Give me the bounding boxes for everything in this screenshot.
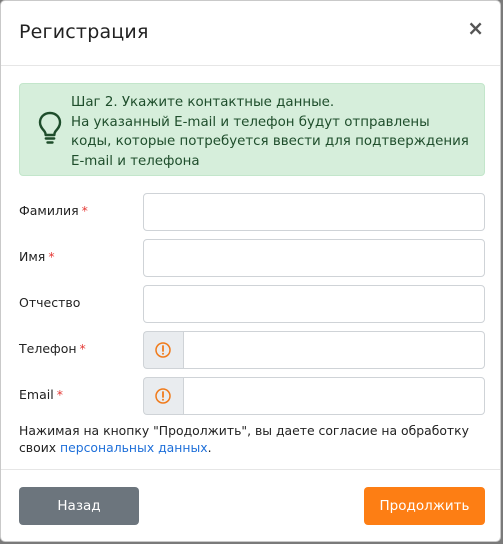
consent-text: Нажимая на кнопку "Продолжить", вы даете… bbox=[19, 422, 489, 456]
warning-icon bbox=[155, 342, 171, 358]
modal-header: Регистрация × bbox=[1, 1, 500, 66]
phone-addon bbox=[143, 331, 183, 369]
alert-step-title: Шаг 2. Укажите контактные данные. bbox=[71, 95, 335, 110]
lastname-label: Фамилия * bbox=[19, 203, 88, 218]
phone-input[interactable] bbox=[183, 331, 485, 369]
lightbulb-icon bbox=[38, 111, 62, 144]
alert-text: Шаг 2. Укажите контактные данные. На ука… bbox=[71, 93, 474, 171]
continue-button[interactable]: Продолжить bbox=[364, 487, 485, 525]
email-input[interactable] bbox=[183, 377, 485, 415]
info-alert: Шаг 2. Укажите контактные данные. На ука… bbox=[19, 83, 485, 176]
required-mark: * bbox=[81, 203, 88, 218]
alert-description: На указанный E-mail и телефон будут отпр… bbox=[71, 114, 469, 169]
firstname-input[interactable] bbox=[143, 239, 485, 277]
form-row-patronymic: Отчество bbox=[19, 285, 485, 323]
required-mark: * bbox=[56, 387, 63, 402]
warning-icon bbox=[155, 388, 171, 404]
modal-title: Регистрация bbox=[19, 21, 149, 43]
personal-data-link[interactable]: персональных данных bbox=[60, 440, 208, 455]
back-button[interactable]: Назад bbox=[19, 487, 139, 525]
phone-label: Телефон * bbox=[19, 341, 86, 356]
email-addon bbox=[143, 377, 183, 415]
patronymic-label: Отчество bbox=[19, 295, 81, 310]
form-row-email: Email * bbox=[19, 377, 485, 415]
consent-end: . bbox=[207, 440, 212, 455]
registration-modal: Регистрация × Шаг 2. Укажите контактные … bbox=[0, 0, 501, 542]
form-row-firstname: Имя * bbox=[19, 239, 485, 277]
close-icon[interactable]: × bbox=[467, 18, 484, 38]
required-mark: * bbox=[79, 341, 86, 356]
firstname-label: Имя * bbox=[19, 249, 55, 264]
modal-footer: Назад Продолжить bbox=[1, 469, 500, 541]
email-label: Email * bbox=[19, 387, 63, 402]
form-row-phone: Телефон * bbox=[19, 331, 485, 369]
required-mark: * bbox=[48, 249, 55, 264]
patronymic-input[interactable] bbox=[143, 285, 485, 323]
lastname-input[interactable] bbox=[143, 193, 485, 231]
form-row-lastname: Фамилия * bbox=[19, 193, 485, 231]
